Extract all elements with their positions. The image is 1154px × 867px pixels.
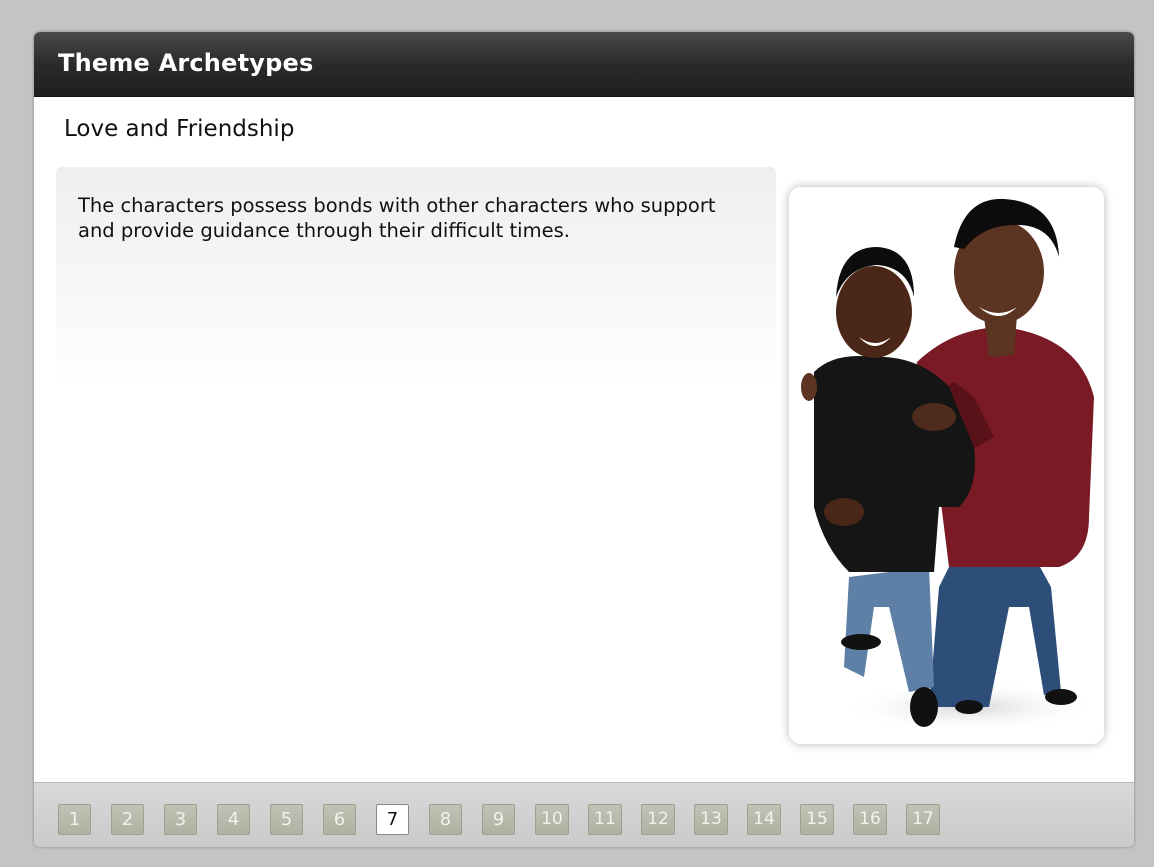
page-buttons: 1 2 3 4 5 6 7 8 9 10 11 12 13 14 15 16 17 — [58, 804, 959, 835]
page-button-16[interactable]: 16 — [853, 804, 887, 835]
page-button-17[interactable]: 17 — [906, 804, 940, 835]
title-bar: Theme Archetypes — [34, 32, 1134, 97]
lesson-player: Theme Archetypes Love and Friendship The… — [34, 32, 1134, 847]
page-button-14[interactable]: 14 — [747, 804, 781, 835]
page-button-10[interactable]: 10 — [535, 804, 569, 835]
page-button-1[interactable]: 1 — [58, 804, 91, 835]
friends-photo — [789, 187, 1104, 744]
page-button-15[interactable]: 15 — [800, 804, 834, 835]
page-button-7[interactable]: 7 — [376, 804, 409, 835]
slide-content: Love and Friendship The characters posse… — [34, 97, 1134, 782]
page-button-6[interactable]: 6 — [323, 804, 356, 835]
page-button-11[interactable]: 11 — [588, 804, 622, 835]
page-button-2[interactable]: 2 — [111, 804, 144, 835]
page-button-3[interactable]: 3 — [164, 804, 197, 835]
page-button-9[interactable]: 9 — [482, 804, 515, 835]
page-button-8[interactable]: 8 — [429, 804, 462, 835]
text-panel: The characters possess bonds with other … — [56, 167, 776, 387]
page-button-5[interactable]: 5 — [270, 804, 303, 835]
slide-heading: Love and Friendship — [64, 116, 295, 142]
page-button-4[interactable]: 4 — [217, 804, 250, 835]
page-navigation: 1 2 3 4 5 6 7 8 9 10 11 12 13 14 15 16 17 — [34, 782, 1134, 847]
two-friends-photo-icon — [789, 187, 1104, 744]
lesson-title: Theme Archetypes — [58, 49, 314, 77]
page-button-13[interactable]: 13 — [694, 804, 728, 835]
slide-body-text: The characters possess bonds with other … — [78, 194, 716, 242]
page-button-12[interactable]: 12 — [641, 804, 675, 835]
